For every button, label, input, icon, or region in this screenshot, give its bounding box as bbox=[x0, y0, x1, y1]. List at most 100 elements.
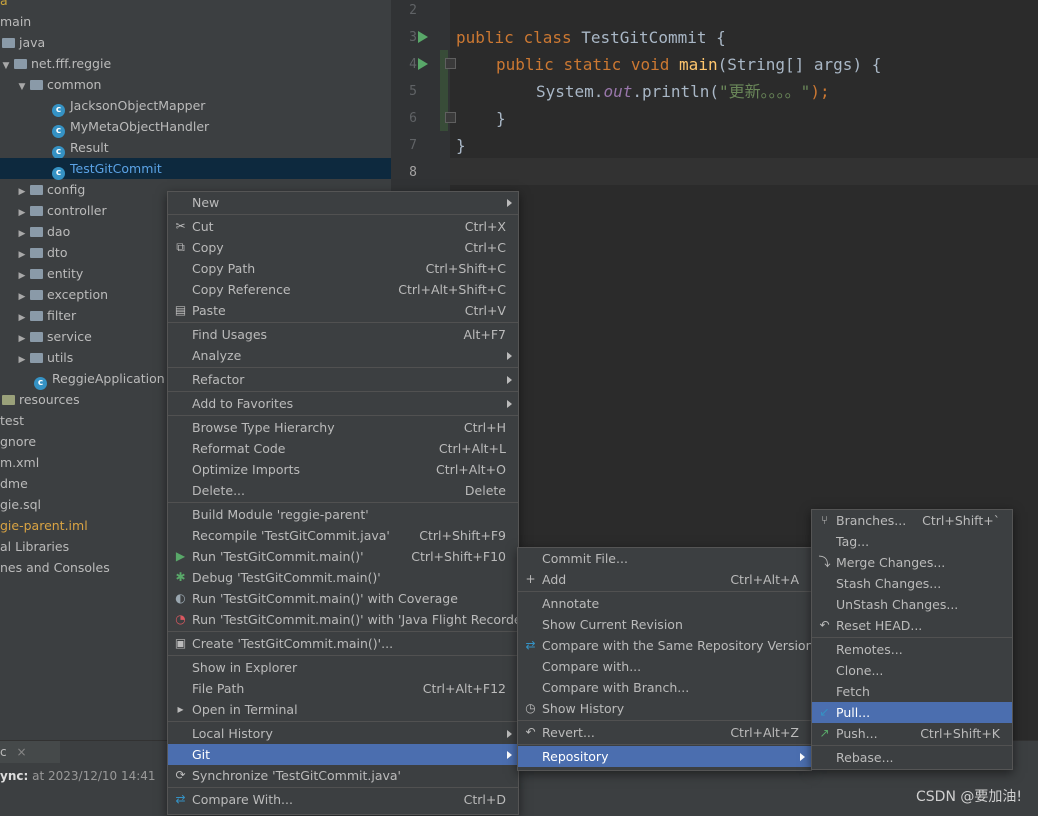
tree-item-label: resources bbox=[19, 392, 80, 407]
menu-item-copy[interactable]: ⧉ Copy Ctrl+C bbox=[168, 237, 518, 258]
tree-item-main[interactable]: main bbox=[0, 11, 391, 32]
menu-item-label: Merge Changes... bbox=[836, 555, 946, 570]
tree-item-testgitcommit[interactable]: c TestGitCommit bbox=[0, 158, 391, 180]
git-item-show-history[interactable]: ◷ Show History bbox=[518, 698, 811, 719]
menu-item-shortcut: Ctrl+Alt+Z bbox=[730, 725, 799, 740]
line-number: 8 bbox=[409, 165, 417, 180]
menu-item-label: Run 'TestGitCommit.main()' with 'Java Fl… bbox=[192, 612, 531, 627]
menu-item-new[interactable]: New bbox=[168, 192, 518, 213]
run-main-icon[interactable] bbox=[418, 58, 428, 70]
git-item-commit-file[interactable]: Commit File... bbox=[518, 548, 811, 569]
menu-item-reformat-code[interactable]: Reformat Code Ctrl+Alt+L bbox=[168, 438, 518, 459]
bottom-tool-tab[interactable]: c × bbox=[0, 741, 60, 763]
repo-item-branches[interactable]: ⑂ Branches... Ctrl+Shift+` bbox=[812, 510, 1012, 531]
repo-item-stash-changes[interactable]: Stash Changes... bbox=[812, 573, 1012, 594]
git-item-annotate[interactable]: Annotate bbox=[518, 593, 811, 614]
git-item-revert[interactable]: ↶ Revert... Ctrl+Alt+Z bbox=[518, 722, 811, 743]
git-item-repository[interactable]: Repository bbox=[518, 746, 811, 767]
copy-icon: ⧉ bbox=[176, 240, 185, 254]
menu-item-browse-type-hierarchy[interactable]: Browse Type Hierarchy Ctrl+H bbox=[168, 417, 518, 438]
tree-item-label: config bbox=[47, 182, 86, 197]
repo-item-merge-changes[interactable]: ⤵ Merge Changes... bbox=[812, 552, 1012, 573]
tree-item-common[interactable]: ▼ common bbox=[0, 74, 391, 95]
close-icon[interactable]: × bbox=[16, 745, 26, 759]
repo-item-clone[interactable]: Clone... bbox=[812, 660, 1012, 681]
menu-item-shortcut: Alt+F7 bbox=[463, 327, 506, 342]
menu-item-cut[interactable]: ✂ Cut Ctrl+X bbox=[168, 216, 518, 237]
menu-item-run-testgitcommit-main[interactable]: ▶ Run 'TestGitCommit.main()' Ctrl+Shift+F1… bbox=[168, 546, 518, 567]
tree-item-mymetaobjecthandler[interactable]: c MyMetaObjectHandler bbox=[0, 116, 391, 138]
menu-item-paste[interactable]: ▤ Paste Ctrl+V bbox=[168, 300, 518, 321]
menu-item-run-testgitcommit-main-with-java-flight-recorder[interactable]: ◔ Run 'TestGitCommit.main()' with 'Java F… bbox=[168, 609, 530, 630]
statement-end: ); bbox=[810, 82, 830, 101]
repo-item-unstash-changes[interactable]: UnStash Changes... bbox=[812, 594, 1012, 615]
menu-item-compare-with[interactable]: ⇄ Compare With... Ctrl+D bbox=[168, 789, 518, 810]
repo-item-reset-head[interactable]: ↶ Reset HEAD... bbox=[812, 615, 1012, 636]
clock-icon: ◷ bbox=[525, 701, 536, 715]
git-item-show-current-revision[interactable]: Show Current Revision bbox=[518, 614, 811, 635]
submenu-arrow-icon bbox=[507, 376, 512, 384]
tree-item-java[interactable]: java bbox=[0, 32, 391, 53]
git-item-compare-with-branch[interactable]: Compare with Branch... bbox=[518, 677, 811, 698]
menu-item-refactor[interactable]: Refactor bbox=[168, 369, 518, 390]
menu-separator bbox=[168, 631, 518, 632]
menu-item-synchronize-testgitcommit-java[interactable]: ⟳ Synchronize 'TestGitCommit.java' bbox=[168, 765, 518, 786]
repo-item-rebase[interactable]: Rebase... bbox=[812, 747, 1012, 768]
code-line-4: public static void main(String[] args) { bbox=[496, 51, 881, 78]
menu-item-recompile-testgitcommit-java[interactable]: Recompile 'TestGitCommit.java' Ctrl+Shift… bbox=[168, 525, 518, 546]
repo-item-pull[interactable]: ↙ Pull... bbox=[812, 702, 1012, 723]
folder-icon bbox=[30, 248, 43, 258]
menu-item-open-in-terminal[interactable]: ▸ Open in Terminal bbox=[168, 699, 518, 720]
repo-item-tag[interactable]: Tag... bbox=[812, 531, 1012, 552]
string-literal: "更新。。。。" bbox=[719, 82, 811, 101]
flight-recorder-icon: ◔ bbox=[175, 612, 186, 626]
menu-item-copy-reference[interactable]: Copy Reference Ctrl+Alt+Shift+C bbox=[168, 279, 518, 300]
menu-item-label: Run 'TestGitCommit.main()' bbox=[192, 549, 364, 564]
repo-item-push[interactable]: ↗ Push... Ctrl+Shift+K bbox=[812, 723, 1012, 744]
menu-item-copy-path[interactable]: Copy Path Ctrl+Shift+C bbox=[168, 258, 518, 279]
run-class-icon[interactable] bbox=[418, 31, 428, 43]
class-name: TestGitCommit bbox=[581, 28, 707, 47]
menu-item-build-module-reggie-parent[interactable]: Build Module 'reggie-parent' bbox=[168, 504, 518, 525]
menu-item-label: Cut bbox=[192, 219, 214, 234]
folder-icon bbox=[30, 80, 43, 90]
git-submenu: Commit File... + Add Ctrl+Alt+A Annotate Show… bbox=[517, 547, 814, 771]
fold-icon[interactable] bbox=[445, 112, 456, 123]
repo-item-remotes[interactable]: Remotes... bbox=[812, 639, 1012, 660]
tree-item-jacksonobjectmapper[interactable]: c JacksonObjectMapper bbox=[0, 95, 391, 117]
tree-item-label: ReggieApplication bbox=[52, 371, 165, 386]
menu-item-create-testgitcommit-main[interactable]: ▣ Create 'TestGitCommit.main()'... bbox=[168, 633, 518, 654]
git-item-compare-with[interactable]: Compare with... bbox=[518, 656, 811, 677]
fold-icon[interactable] bbox=[445, 58, 456, 69]
tree-item-result[interactable]: c Result bbox=[0, 137, 391, 159]
menu-item-git[interactable]: Git bbox=[168, 744, 518, 765]
menu-item-find-usages[interactable]: Find Usages Alt+F7 bbox=[168, 324, 518, 345]
git-item-add[interactable]: + Add Ctrl+Alt+A bbox=[518, 569, 811, 590]
tree-item-a[interactable]: a bbox=[0, 0, 391, 11]
menu-item-debug-testgitcommit-main[interactable]: ✱ Debug 'TestGitCommit.main()' bbox=[168, 567, 518, 588]
tree-item-net-fff-reggie[interactable]: ▼ net.fff.reggie bbox=[0, 53, 391, 74]
menu-item-local-history[interactable]: Local History bbox=[168, 723, 518, 744]
menu-item-file-path[interactable]: File Path Ctrl+Alt+F12 bbox=[168, 678, 518, 699]
tree-item-label: dto bbox=[47, 245, 68, 260]
code-line-7: } bbox=[456, 136, 466, 155]
tree-item-label: java bbox=[19, 35, 46, 50]
menu-item-optimize-imports[interactable]: Optimize Imports Ctrl+Alt+O bbox=[168, 459, 518, 480]
menu-item-shortcut: Ctrl+Shift+F9 bbox=[419, 528, 506, 543]
git-item-compare-with-the-same-repository-version[interactable]: ⇄ Compare with the Same Repository Versio… bbox=[518, 635, 813, 656]
repo-item-fetch[interactable]: Fetch bbox=[812, 681, 1012, 702]
menu-item-shortcut: Ctrl+Alt+L bbox=[438, 441, 506, 456]
menu-item-label: Find Usages bbox=[192, 327, 268, 342]
coverage-icon: ◐ bbox=[175, 591, 186, 605]
menu-item-label: Browse Type Hierarchy bbox=[192, 420, 335, 435]
sync-icon: ⟳ bbox=[175, 768, 186, 782]
line-number: 2 bbox=[409, 3, 417, 18]
method-call: .println( bbox=[632, 82, 720, 101]
menu-item-label: Branches... bbox=[836, 513, 907, 528]
menu-item-show-in-explorer[interactable]: Show in Explorer bbox=[168, 657, 518, 678]
menu-item-delete[interactable]: Delete... Delete bbox=[168, 480, 518, 501]
menu-item-run-testgitcommit-main-with-coverage[interactable]: ◐ Run 'TestGitCommit.main()' with Coverag… bbox=[168, 588, 518, 609]
menu-item-shortcut: Ctrl+Shift+F10 bbox=[411, 549, 506, 564]
menu-item-analyze[interactable]: Analyze bbox=[168, 345, 518, 366]
menu-item-add-to-favorites[interactable]: Add to Favorites bbox=[168, 393, 518, 414]
